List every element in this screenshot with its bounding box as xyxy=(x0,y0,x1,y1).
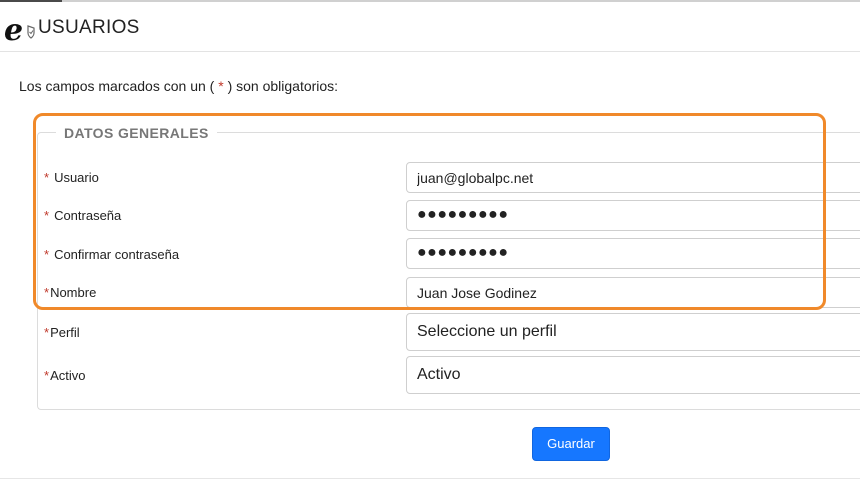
required-star: * xyxy=(44,208,50,223)
required-note-prefix: Los campos marcados con un ( xyxy=(19,78,215,94)
perfil-label-text: Perfil xyxy=(50,325,80,340)
perfil-select[interactable]: Seleccione un perfil xyxy=(406,313,860,351)
page-header: e USUARIOS xyxy=(0,2,860,52)
perfil-select-value: Seleccione un perfil xyxy=(417,323,557,340)
usuario-label: * Usuario xyxy=(44,170,99,185)
page-title: USUARIOS xyxy=(38,17,140,38)
activo-select[interactable]: Activo xyxy=(406,356,860,394)
required-star: * xyxy=(44,170,50,185)
required-star: * xyxy=(44,247,50,262)
contrasena-label-text: Contraseña xyxy=(54,208,122,223)
confirmar-label: * Confirmar contraseña xyxy=(44,247,179,262)
nombre-label-text: Nombre xyxy=(50,285,97,300)
required-fields-note: Los campos marcados con un ( * ) son obl… xyxy=(19,78,338,94)
guardar-button[interactable]: Guardar xyxy=(532,427,610,461)
confirmar-label-text: Confirmar contraseña xyxy=(54,247,180,262)
contrasena-input[interactable] xyxy=(406,200,860,231)
activo-label: *Activo xyxy=(44,368,85,383)
activo-select-value: Activo xyxy=(417,366,461,383)
contrasena-label: * Contraseña xyxy=(44,208,121,223)
confirmar-contrasena-input[interactable] xyxy=(406,238,860,269)
required-note-star: * xyxy=(214,78,228,94)
nombre-input[interactable] xyxy=(406,277,860,308)
section-title: DATOS GENERALES xyxy=(56,125,217,141)
nombre-label: *Nombre xyxy=(44,285,96,300)
bottom-divider xyxy=(0,478,860,479)
required-note-suffix: ) son obligatorios: xyxy=(227,78,339,94)
required-star: * xyxy=(44,285,50,300)
activo-label-text: Activo xyxy=(50,368,86,383)
e-shield-logo-icon: e xyxy=(4,13,35,46)
required-star: * xyxy=(44,368,50,383)
usuario-input[interactable] xyxy=(406,162,860,193)
required-star: * xyxy=(44,325,50,340)
usuario-label-text: Usuario xyxy=(54,170,99,185)
perfil-label: *Perfil xyxy=(44,325,80,340)
svg-text:e: e xyxy=(4,13,23,46)
